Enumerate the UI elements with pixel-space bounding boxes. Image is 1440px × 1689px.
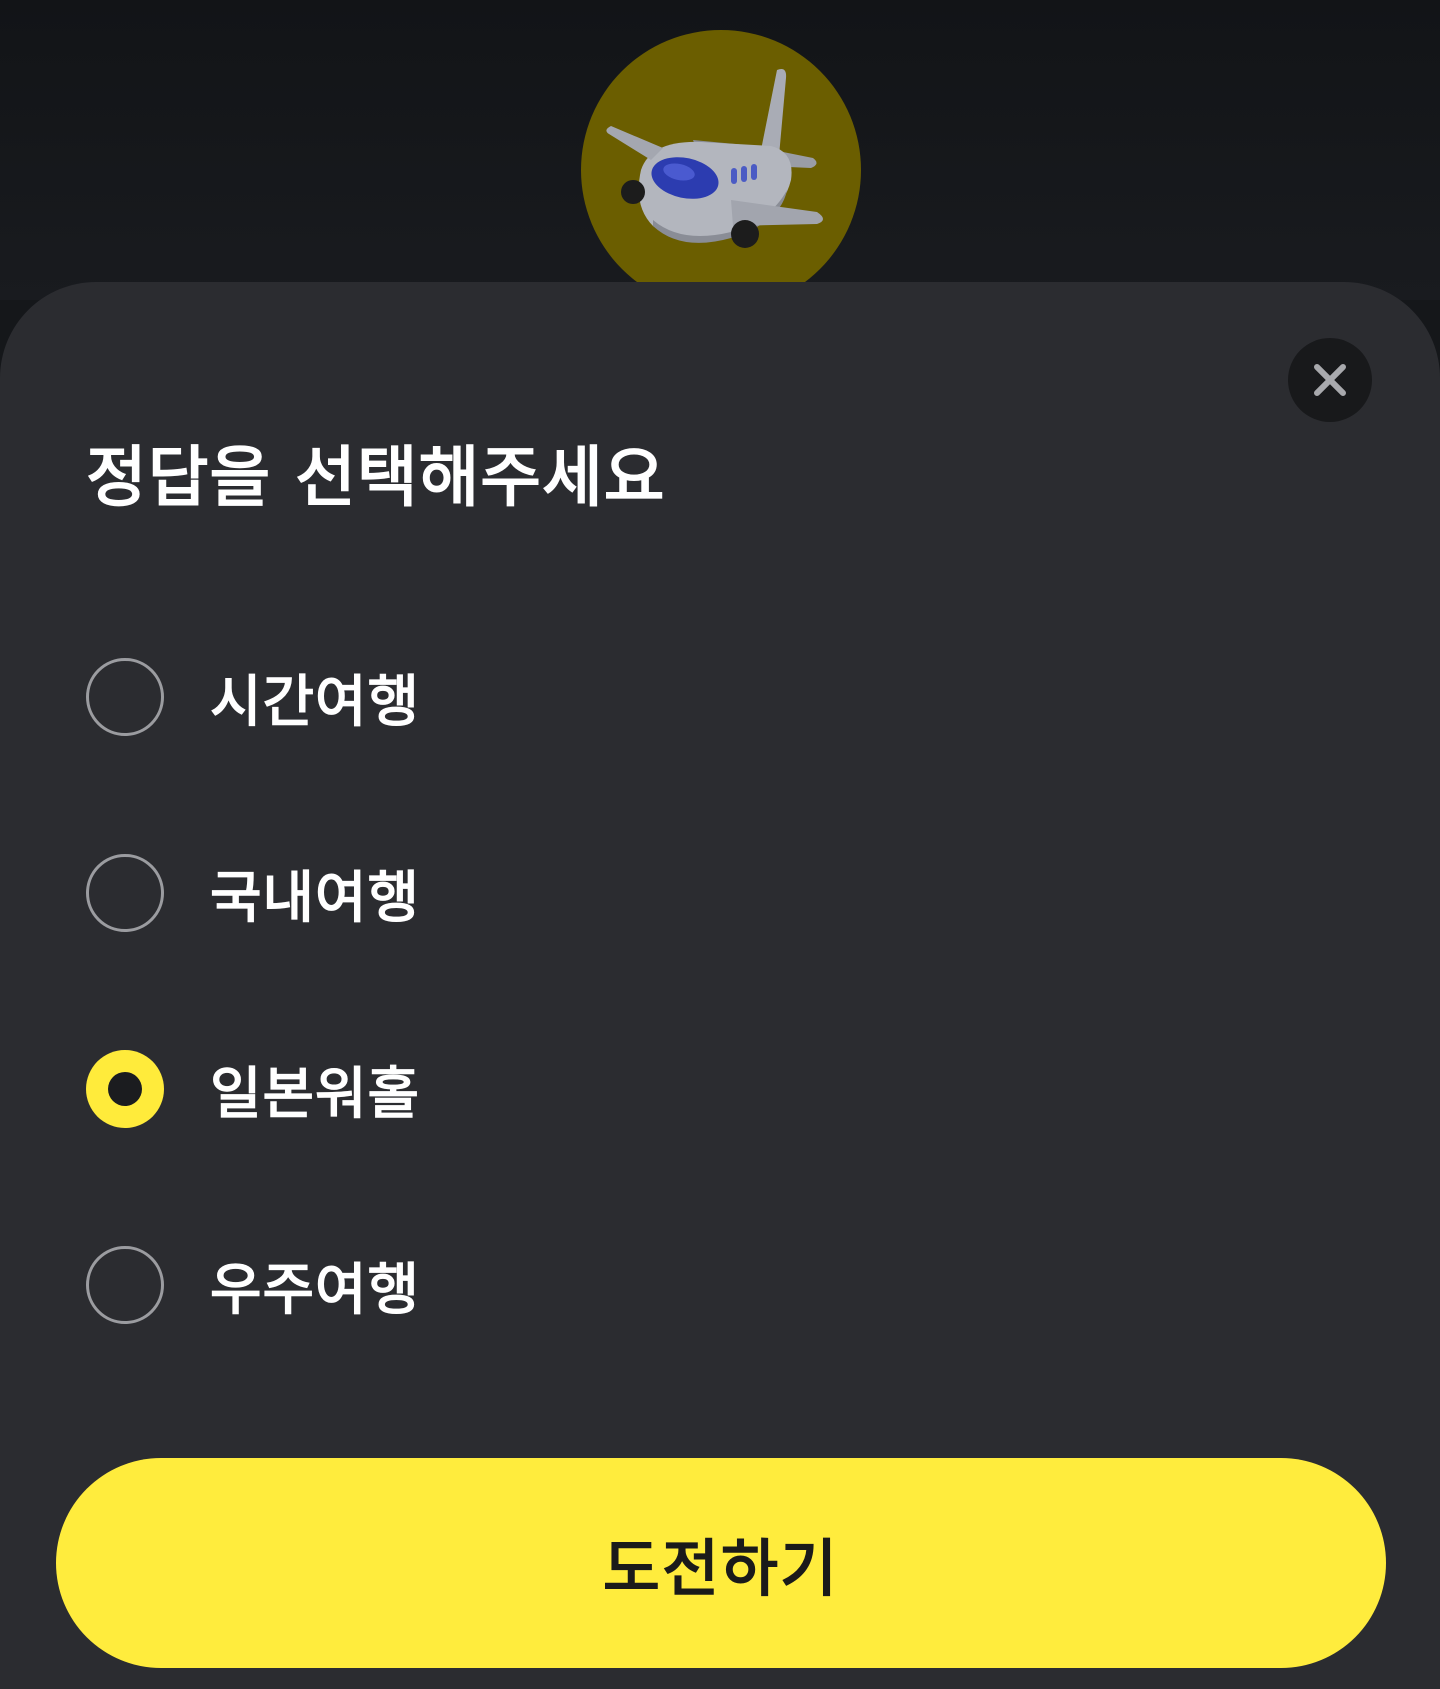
option-label: 우주여행 — [210, 1257, 421, 1323]
airplane-icon — [606, 69, 823, 248]
radio-button[interactable] — [86, 854, 164, 932]
close-button[interactable] — [1288, 338, 1372, 422]
quiz-screen: 정답을 선택해주세요 시간여행 국내여행 일본워홀 우주여행 도전하기 — [0, 0, 1440, 1689]
sheet-title: 정답을 선택해주세요 — [86, 439, 666, 516]
answer-option-space-travel[interactable]: 우주여행 — [86, 1235, 786, 1335]
option-label: 국내여행 — [210, 865, 421, 931]
challenge-button[interactable]: 도전하기 — [56, 1458, 1386, 1668]
close-icon — [1314, 364, 1346, 396]
option-label: 일본워홀 — [210, 1061, 421, 1127]
radio-button-selected[interactable] — [86, 1050, 164, 1128]
radio-button[interactable] — [86, 1246, 164, 1324]
answer-option-domestic-travel[interactable]: 국내여행 — [86, 843, 786, 943]
option-label: 시간여행 — [210, 669, 421, 735]
answer-bottom-sheet: 정답을 선택해주세요 시간여행 국내여행 일본워홀 우주여행 도전하기 — [0, 282, 1440, 1689]
airplane-badge — [581, 30, 861, 310]
answer-option-japan-working-holiday[interactable]: 일본워홀 — [86, 1039, 786, 1139]
answer-option-time-travel[interactable]: 시간여행 — [86, 647, 786, 747]
challenge-button-label: 도전하기 — [602, 1532, 840, 1605]
radio-button[interactable] — [86, 658, 164, 736]
